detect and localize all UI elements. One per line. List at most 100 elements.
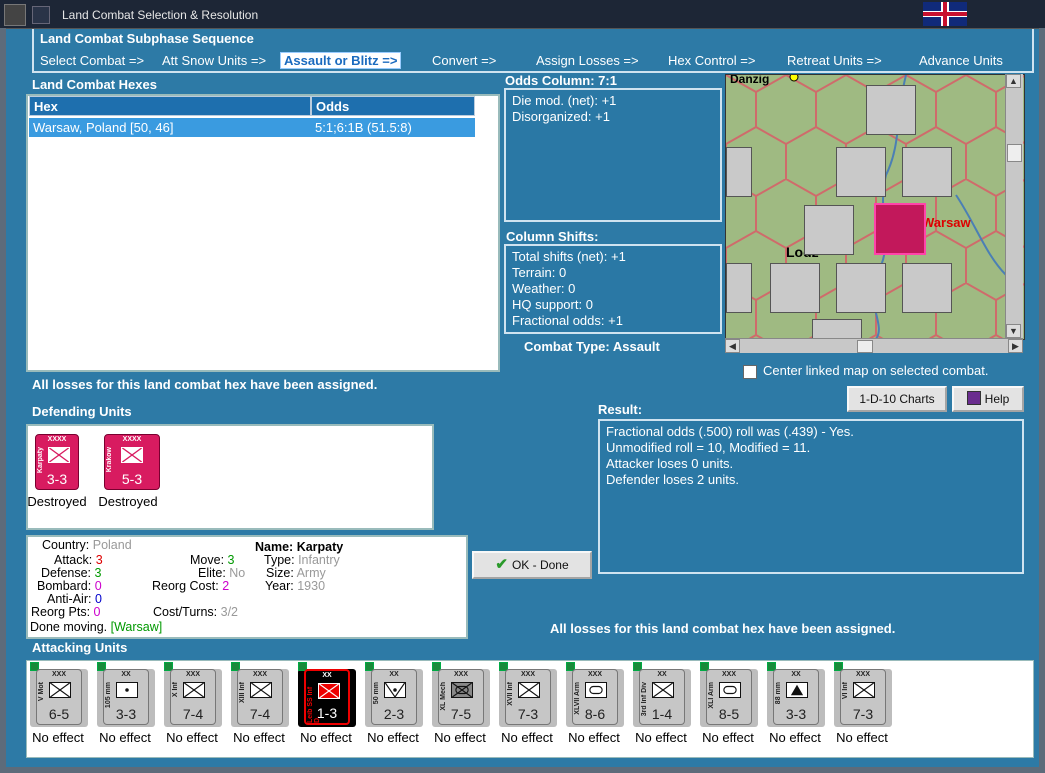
losses-message-bottom: All losses for this land combat hex have… bbox=[550, 621, 896, 636]
counter-strength: 8-5 bbox=[718, 706, 740, 722]
seq-assign-losses[interactable]: Assign Losses => bbox=[536, 53, 639, 68]
counter-size: XXX bbox=[587, 671, 602, 678]
elite-label: Elite: bbox=[198, 566, 226, 580]
map-counter-57b[interactable] bbox=[726, 263, 752, 313]
seq-convert[interactable]: Convert => bbox=[432, 53, 496, 68]
scroll-up-icon[interactable]: ▲ bbox=[1006, 74, 1021, 88]
seq-advance-units[interactable]: Advance Units bbox=[919, 53, 1003, 68]
hscroll-thumb[interactable] bbox=[857, 340, 873, 353]
map-counter-mm[interactable] bbox=[836, 263, 886, 313]
attacker-counter[interactable]: XXX V Mot 6-5 bbox=[36, 669, 82, 725]
attacker-counter[interactable]: XXX X Inf 7-4 bbox=[170, 669, 216, 725]
counter-strength: 7-4 bbox=[182, 706, 204, 722]
scroll-down-icon[interactable]: ▼ bbox=[1006, 324, 1021, 338]
col-hex[interactable]: Hex bbox=[29, 96, 311, 116]
scroll-left-icon[interactable]: ◀ bbox=[725, 339, 740, 353]
hex-row-odds[interactable]: 5:1;6:1B (51.5:8) bbox=[311, 118, 475, 137]
map-vertical-scrollbar[interactable]: ▲ ▼ bbox=[1005, 74, 1023, 338]
seq-select-combat[interactable]: Select Combat => bbox=[40, 53, 144, 68]
name-value: Karpaty bbox=[296, 540, 344, 554]
attacker-counter[interactable]: XX 50 mm 2-3 bbox=[371, 669, 417, 725]
seq-retreat-units[interactable]: Retreat Units => bbox=[787, 53, 882, 68]
col-odds[interactable]: Odds bbox=[311, 96, 475, 116]
inf-symbol-icon bbox=[518, 682, 540, 698]
map-counter-vmot[interactable] bbox=[804, 205, 854, 255]
arm-symbol-icon bbox=[719, 682, 741, 698]
size-label: Size: bbox=[266, 566, 294, 580]
inf-symbol-icon bbox=[652, 682, 674, 698]
hex-list[interactable]: Hex Odds Warsaw, Poland [50, 46] 5:1;6:1… bbox=[26, 94, 500, 372]
hexes-title: Land Combat Hexes bbox=[32, 77, 157, 92]
center-map-checkbox[interactable] bbox=[743, 365, 757, 379]
combat-type: Combat Type: Assault bbox=[524, 339, 660, 354]
map-counter-inf[interactable] bbox=[836, 147, 886, 197]
type-label: Type: bbox=[264, 553, 295, 567]
map-counter-warsaw[interactable] bbox=[874, 203, 926, 255]
help-button[interactable]: Help bbox=[952, 386, 1024, 412]
sequence-title: Land Combat Subphase Sequence bbox=[40, 31, 254, 46]
defense-value: 3 bbox=[94, 566, 102, 580]
bombard-value: 0 bbox=[94, 579, 102, 593]
map-counter-ju86[interactable] bbox=[770, 263, 820, 313]
charts-button[interactable]: 1-D-10 Charts bbox=[847, 386, 947, 412]
attacker-counter[interactable]: XXX XLI Arm 8-5 bbox=[706, 669, 752, 725]
minimize-icon[interactable] bbox=[32, 6, 50, 24]
counter-strength: 7-3 bbox=[852, 706, 874, 722]
map-horizontal-scrollbar[interactable]: ◀ ▶ bbox=[725, 338, 1023, 353]
attacker-counter[interactable]: XXX VI Inf 7-3 bbox=[840, 669, 886, 725]
linked-map[interactable]: Danzig Lodz Warsaw bbox=[725, 74, 1025, 340]
attacker-effect: No effect bbox=[434, 730, 486, 745]
antiair-value: 0 bbox=[94, 592, 102, 606]
result-box: Fractional odds (.500) roll was (.439) -… bbox=[598, 419, 1024, 574]
defender-counter-krakow[interactable]: XXXX Krakow 5-3 bbox=[104, 434, 160, 490]
counter-size: XXX bbox=[252, 671, 267, 678]
counter-name: 105 mm bbox=[105, 682, 112, 709]
defender-counter-karpaty[interactable]: XXXX Karpaty 3-3 bbox=[35, 434, 79, 490]
counter-name: V Mot bbox=[38, 682, 45, 702]
costturns-label: Cost/Turns: bbox=[153, 605, 218, 619]
seq-assault-or-blitz[interactable]: Assault or Blitz => bbox=[280, 52, 402, 69]
defense-label: Defense: bbox=[41, 566, 92, 580]
attacker-counter[interactable]: XX 105 mm 3-3 bbox=[103, 669, 149, 725]
name-label: Name: bbox=[255, 540, 294, 554]
reorgcost-value: 2 bbox=[222, 579, 230, 593]
map-counter-air[interactable] bbox=[866, 85, 916, 135]
result-line: Fractional odds (.500) roll was (.439) -… bbox=[606, 424, 854, 439]
attacker-counter[interactable]: XX Leib SS Inf D. 1-3 bbox=[304, 669, 350, 725]
defender-status: Destroyed bbox=[27, 494, 87, 509]
attacker-effect: No effect bbox=[836, 730, 888, 745]
counter-strength: 3-3 bbox=[785, 706, 807, 722]
map-counter-xx[interactable] bbox=[902, 147, 952, 197]
scroll-right-icon[interactable]: ▶ bbox=[1008, 339, 1023, 353]
counter-size: XX bbox=[657, 671, 667, 678]
attacker-counter[interactable]: XX 88 mm 3-3 bbox=[773, 669, 819, 725]
map-counter-arm[interactable] bbox=[902, 263, 952, 313]
flak-symbol-icon bbox=[786, 682, 808, 698]
counter-name: Krakow bbox=[106, 447, 113, 473]
attacker-counter[interactable]: XXX XIII Inf 7-4 bbox=[237, 669, 283, 725]
app-icon[interactable] bbox=[4, 4, 26, 26]
counter-strength: 2-3 bbox=[383, 706, 405, 722]
attacker-counter[interactable]: XXX XVII Inf 7-3 bbox=[505, 669, 551, 725]
seq-att-snow-units[interactable]: Att Snow Units => bbox=[162, 53, 266, 68]
losses-message: All losses for this land combat hex have… bbox=[32, 377, 378, 392]
attack-value: 3 bbox=[95, 553, 103, 567]
vscroll-thumb[interactable] bbox=[1007, 144, 1022, 162]
reorgpts-value: 0 bbox=[93, 605, 101, 619]
attacker-effect: No effect bbox=[501, 730, 553, 745]
map-counter-110c[interactable] bbox=[726, 147, 752, 197]
frame-right bbox=[1039, 28, 1045, 773]
attacker-counter[interactable]: XX 3rd Inf Div 1-4 bbox=[639, 669, 685, 725]
map-counter-xxxxx[interactable] bbox=[812, 319, 862, 339]
attacker-effect: No effect bbox=[300, 730, 352, 745]
ok-done-button[interactable]: ✔ OK - Done bbox=[472, 551, 592, 579]
attacker-counter[interactable]: XXX XLVII Arm 8-6 bbox=[572, 669, 618, 725]
counter-size: XXX bbox=[721, 671, 736, 678]
seq-hex-control[interactable]: Hex Control => bbox=[668, 53, 755, 68]
attacker-counter[interactable]: XXX XL Mech 7-5 bbox=[438, 669, 484, 725]
art-symbol-icon bbox=[116, 682, 138, 698]
hex-row-hex[interactable]: Warsaw, Poland [50, 46] bbox=[29, 118, 311, 137]
year-value: 1930 bbox=[297, 579, 326, 593]
odds-line: Disorganized: +1 bbox=[512, 109, 610, 124]
inf-symbol-icon bbox=[250, 682, 272, 698]
